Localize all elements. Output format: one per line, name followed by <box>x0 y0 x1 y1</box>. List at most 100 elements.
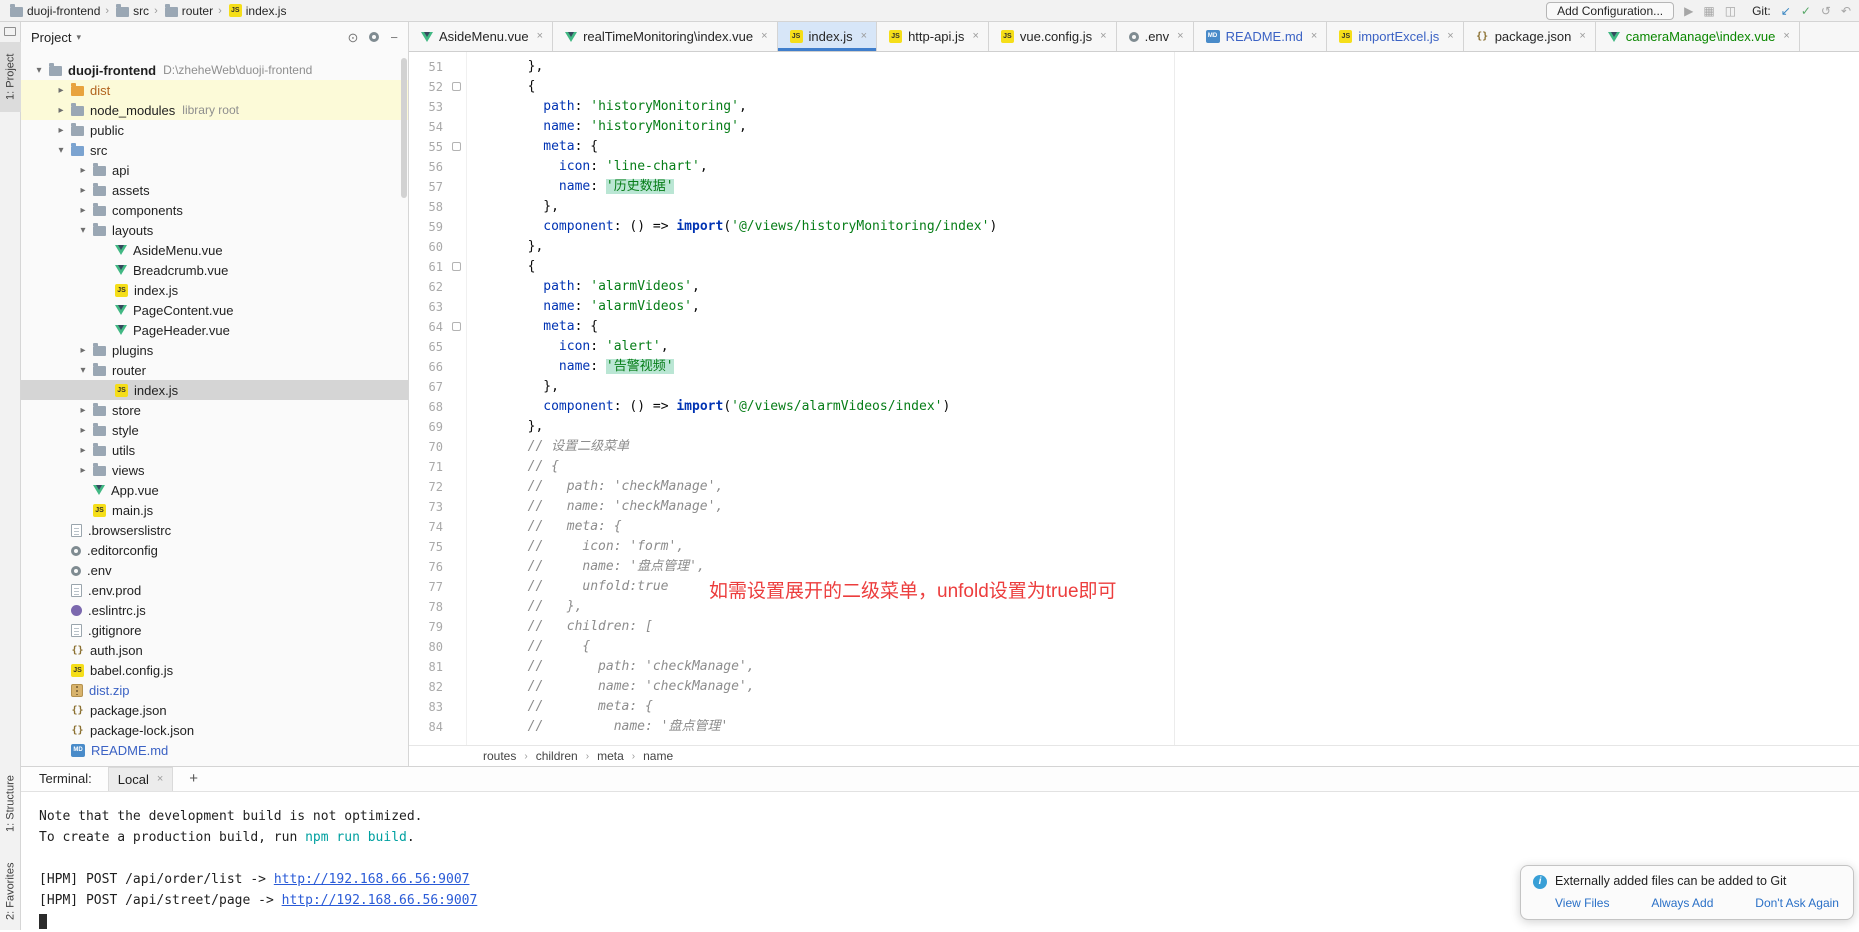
expander-icon[interactable]: ▸ <box>75 445 91 456</box>
code-text[interactable]: // name: '盘点管理' <box>465 717 728 737</box>
line-number[interactable]: 80 <box>409 640 449 654</box>
code-text[interactable]: name: '历史数据' <box>465 177 674 197</box>
tree-item[interactable]: package-lock.json <box>21 720 408 740</box>
code-text[interactable]: // path: 'checkManage', <box>465 477 723 497</box>
terminal-tab-local[interactable]: Local × <box>108 767 174 791</box>
rollback-icon[interactable]: ↶ <box>1841 5 1851 17</box>
close-icon[interactable]: × <box>972 31 978 42</box>
expander-icon[interactable]: ▸ <box>75 405 91 416</box>
tree-item[interactable]: ▸views <box>21 460 408 480</box>
code-text[interactable]: }, <box>465 237 543 257</box>
tree-item[interactable]: ▸style <box>21 420 408 440</box>
tree-item[interactable]: package.json <box>21 700 408 720</box>
close-icon[interactable]: × <box>761 31 767 42</box>
code-text[interactable]: name: '告警视频' <box>465 357 674 377</box>
tree-item[interactable]: ▾layouts <box>21 220 408 240</box>
editor-tab[interactable]: AsideMenu.vue× <box>409 22 553 51</box>
expander-icon[interactable]: ▾ <box>31 65 47 76</box>
tree-item[interactable]: PageHeader.vue <box>21 320 408 340</box>
code-text[interactable]: // unfold:true <box>465 577 669 597</box>
locate-file-icon[interactable]: ⊙ <box>348 31 359 44</box>
breadcrumb-item[interactable]: duoji-frontend <box>8 4 100 18</box>
tree-item[interactable]: ▸store <box>21 400 408 420</box>
close-icon[interactable]: × <box>1100 31 1106 42</box>
line-number[interactable]: 78 <box>409 600 449 614</box>
tree-item[interactable]: Breadcrumb.vue <box>21 260 408 280</box>
line-number[interactable]: 70 <box>409 440 449 454</box>
history-icon[interactable]: ↺ <box>1821 5 1831 17</box>
tree-item[interactable]: App.vue <box>21 480 408 500</box>
expander-icon[interactable]: ▸ <box>75 465 91 476</box>
fold-marker[interactable] <box>452 262 461 271</box>
tree-item[interactable]: ▸components <box>21 200 408 220</box>
code-text[interactable]: path: 'historyMonitoring', <box>465 97 747 117</box>
tree-item[interactable]: ▸plugins <box>21 340 408 360</box>
code-text[interactable]: icon: 'line-chart', <box>465 157 708 177</box>
editor-tab[interactable]: package.json× <box>1464 22 1596 51</box>
editor-tab[interactable]: .env× <box>1117 22 1194 51</box>
close-icon[interactable]: × <box>1783 31 1789 42</box>
breadcrumb-item[interactable]: src <box>114 4 149 18</box>
line-number[interactable]: 69 <box>409 420 449 434</box>
line-number[interactable]: 68 <box>409 400 449 414</box>
close-icon[interactable]: × <box>1579 31 1585 42</box>
line-number[interactable]: 61 <box>409 260 449 274</box>
tree-item[interactable]: ▸public <box>21 120 408 140</box>
tree-item[interactable]: .eslintrc.js <box>21 600 408 620</box>
tree-item[interactable]: .gitignore <box>21 620 408 640</box>
tree-item[interactable]: main.js <box>21 500 408 520</box>
editor-tab[interactable]: vue.config.js× <box>989 22 1117 51</box>
tree-item[interactable]: .editorconfig <box>21 540 408 560</box>
close-icon[interactable]: × <box>537 31 543 42</box>
breadcrumb-item[interactable]: router <box>163 4 213 18</box>
close-icon[interactable]: × <box>1447 31 1453 42</box>
expander-icon[interactable]: ▸ <box>75 205 91 216</box>
code-text[interactable]: }, <box>465 417 543 437</box>
tree-item[interactable]: auth.json <box>21 640 408 660</box>
expander-icon[interactable]: ▸ <box>53 105 69 116</box>
fold-marker[interactable] <box>452 322 461 331</box>
git-commit-icon[interactable]: ✓ <box>1801 5 1811 17</box>
code-text[interactable]: // { <box>465 637 590 657</box>
hide-panel-icon[interactable]: − <box>390 31 398 44</box>
notification-action[interactable]: Don't Ask Again <box>1755 896 1839 910</box>
project-scrollbar[interactable] <box>401 58 407 198</box>
breadcrumb-item[interactable]: routes <box>483 749 516 763</box>
code-text[interactable]: icon: 'alert', <box>465 337 669 357</box>
code-text[interactable]: // name: 'checkManage', <box>465 497 723 517</box>
line-number[interactable]: 79 <box>409 620 449 634</box>
line-number[interactable]: 83 <box>409 700 449 714</box>
breadcrumb-item[interactable]: children <box>536 749 578 763</box>
tree-item[interactable]: .browserslistrc <box>21 520 408 540</box>
expander-icon[interactable]: ▾ <box>75 365 91 376</box>
favorites-tool-button[interactable]: 2: Favorites <box>0 850 21 932</box>
line-number[interactable]: 73 <box>409 500 449 514</box>
tree-item[interactable]: ▾router <box>21 360 408 380</box>
line-number[interactable]: 62 <box>409 280 449 294</box>
breadcrumb-item[interactable]: name <box>643 749 673 763</box>
code-text[interactable]: // path: 'checkManage', <box>465 657 755 677</box>
add-configuration-button[interactable]: Add Configuration... <box>1546 2 1674 20</box>
tree-item[interactable]: .env <box>21 560 408 580</box>
tree-item[interactable]: index.js <box>21 280 408 300</box>
line-number[interactable]: 65 <box>409 340 449 354</box>
search-everywhere-icon[interactable]: ◫ <box>1725 5 1736 17</box>
line-number[interactable]: 66 <box>409 360 449 374</box>
tree-item[interactable]: README.md <box>21 740 408 760</box>
breadcrumb-item[interactable]: index.js <box>227 4 287 18</box>
line-number[interactable]: 77 <box>409 580 449 594</box>
line-number[interactable]: 54 <box>409 120 449 134</box>
terminal-link[interactable]: http://192.168.66.56:9007 <box>274 872 470 887</box>
code-text[interactable]: component: () => import('@/views/alarmVi… <box>465 397 950 417</box>
line-number[interactable]: 52 <box>409 80 449 94</box>
code-text[interactable]: // name: 'checkManage', <box>465 677 755 697</box>
code-text[interactable]: meta: { <box>465 317 598 337</box>
line-number[interactable]: 64 <box>409 320 449 334</box>
line-number[interactable]: 84 <box>409 720 449 734</box>
tree-item[interactable]: ▸assets <box>21 180 408 200</box>
code-text[interactable]: }, <box>465 377 559 397</box>
line-number[interactable]: 57 <box>409 180 449 194</box>
editor-tab[interactable]: index.js× <box>778 22 878 51</box>
line-number[interactable]: 67 <box>409 380 449 394</box>
new-terminal-button[interactable]: + <box>189 770 198 791</box>
